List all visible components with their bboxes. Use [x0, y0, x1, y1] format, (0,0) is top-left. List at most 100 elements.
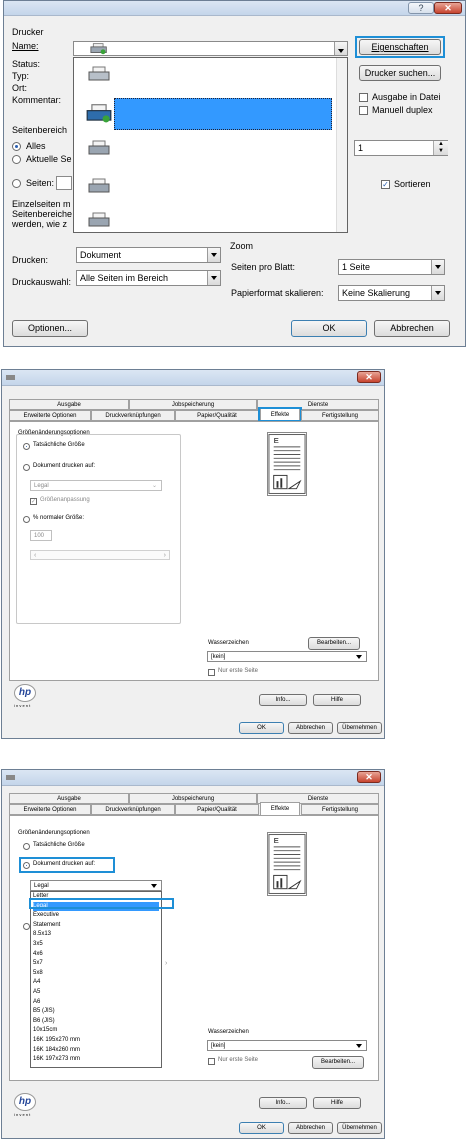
print-dialog: ? ✕ Drucker Name: Status: Typ: Ort: Komm… [3, 0, 466, 347]
ok-button[interactable]: OK [239, 1122, 284, 1134]
tab-fertigstellung[interactable]: Fertigstellung [301, 804, 379, 815]
chevron-down-icon[interactable] [207, 248, 220, 262]
paper-option[interactable]: 3x5 [33, 940, 159, 949]
printer-icon[interactable] [88, 178, 110, 194]
edit-watermark-button[interactable]: Bearbeiten... [312, 1056, 364, 1069]
pages-per-sheet-select[interactable]: 1 Seite [338, 259, 445, 275]
chevron-down-icon[interactable] [431, 260, 444, 274]
ok-button[interactable]: OK [291, 320, 367, 337]
chevron-down-icon[interactable] [334, 42, 347, 55]
copies-spinner[interactable]: ▲ ▼ [433, 141, 448, 155]
ok-button[interactable]: OK [239, 722, 284, 734]
info-button[interactable]: Info... [259, 694, 307, 706]
chevron-down-icon[interactable] [207, 271, 220, 285]
paper-size-select[interactable]: Legal ⌄ [30, 480, 162, 491]
cancel-button[interactable]: Abbrechen [288, 722, 333, 734]
find-printer-button[interactable]: Drucker suchen... [359, 65, 441, 81]
edit-watermark-button[interactable]: Bearbeiten... [308, 637, 360, 650]
printer-icon[interactable] [88, 212, 110, 228]
paper-option[interactable]: Statement [33, 921, 159, 930]
chevron-down-icon[interactable] [431, 286, 444, 300]
range-all-label: Alles [26, 141, 46, 151]
first-page-only-checkbox[interactable] [208, 1058, 215, 1065]
paper-size-dropdown-list[interactable]: Letter Legal Executive Statement 8.5x13 3x5 4x… [30, 891, 162, 1068]
paper-option[interactable]: Executive [33, 911, 159, 920]
tab-erweiterte-optionen[interactable]: Erweiterte Optionen [9, 804, 91, 815]
paper-option[interactable]: 4x6 [33, 950, 159, 959]
percent-radio[interactable] [23, 516, 30, 523]
range-current-radio[interactable] [12, 155, 21, 164]
printer-icon[interactable] [88, 140, 110, 156]
percent-radio[interactable] [23, 923, 30, 930]
watermark-select[interactable]: [kein] [207, 651, 367, 662]
paper-option[interactable]: 16K 184x260 mm [33, 1046, 159, 1055]
paper-option[interactable]: 16K 195x270 mm [33, 1036, 159, 1045]
printer-icon[interactable] [86, 102, 112, 124]
tab-ausgabe[interactable]: Ausgabe [9, 399, 129, 410]
info-button[interactable]: Info... [259, 1097, 307, 1109]
watermark-select[interactable]: [kein] [207, 1040, 367, 1051]
close-button[interactable]: ✕ [357, 771, 381, 783]
tab-ausgabe[interactable]: Ausgabe [9, 793, 129, 804]
print-to-file-checkbox[interactable] [359, 93, 368, 102]
options-button[interactable]: Optionen... [12, 320, 88, 337]
tab-druckverknuepfungen[interactable]: Druckverknüpfungen [91, 410, 175, 421]
paper-option[interactable]: B5 (JIS) [33, 1007, 159, 1016]
help-button[interactable]: ? [408, 2, 434, 14]
tab-jobspeicherung[interactable]: Jobspeicherung [129, 399, 257, 410]
range-pages-radio[interactable] [12, 179, 21, 188]
percent-slider[interactable]: ‹ › [30, 550, 170, 560]
paper-option[interactable]: A6 [33, 998, 159, 1007]
printer-icon[interactable] [88, 66, 110, 82]
paper-option[interactable]: 5x8 [33, 969, 159, 978]
actual-size-radio[interactable] [23, 443, 30, 450]
scale-to-fit-checkbox[interactable]: ✓ [30, 498, 37, 505]
tab-papier-qualitaet[interactable]: Papier/Qualität [175, 410, 259, 421]
list-scrollbar[interactable] [336, 58, 347, 232]
watermark-label: Wasserzeichen [208, 1029, 249, 1035]
manual-duplex-checkbox[interactable] [359, 106, 368, 115]
help-button[interactable]: Hilfe [313, 694, 361, 706]
tab-fertigstellung[interactable]: Fertigstellung [301, 410, 379, 421]
paper-option[interactable]: A5 [33, 988, 159, 997]
print-on-radio[interactable] [23, 464, 30, 471]
close-button[interactable]: ✕ [357, 371, 381, 383]
resize-group-label: Größenänderungsoptionen [18, 830, 90, 836]
tab-papier-qualitaet[interactable]: Papier/Qualität [175, 804, 259, 815]
collate-checkbox[interactable]: ✓ [381, 180, 390, 189]
printer-item-selected[interactable] [114, 98, 332, 130]
tab-effekte[interactable]: Effekte [260, 802, 300, 815]
title-bar [2, 370, 384, 386]
close-button[interactable]: ✕ [434, 2, 462, 14]
paper-option[interactable]: 8.5x13 [33, 930, 159, 939]
scale-select[interactable]: Keine Skalierung [338, 285, 445, 301]
scroll-arrow-icon[interactable]: › [165, 960, 167, 967]
paper-option[interactable]: A4 [33, 978, 159, 987]
tab-erweiterte-optionen[interactable]: Erweiterte Optionen [9, 410, 91, 421]
title-bar [4, 1, 465, 16]
apply-button[interactable]: Übernehmen [337, 1122, 382, 1134]
cancel-button[interactable]: Abbrechen [288, 1122, 333, 1134]
tab-jobspeicherung[interactable]: Jobspeicherung [129, 793, 257, 804]
percent-input[interactable]: 100 [30, 530, 52, 541]
apply-button[interactable]: Übernehmen [337, 722, 382, 734]
range-all-radio[interactable] [12, 142, 21, 151]
print-what-select[interactable]: Dokument [76, 247, 221, 263]
cancel-button[interactable]: Abbrechen [374, 320, 450, 337]
paper-option[interactable]: 16K 197x273 mm [33, 1055, 159, 1064]
print-what-label: Drucken: [12, 255, 49, 265]
tab-druckverknuepfungen[interactable]: Druckverknüpfungen [91, 804, 175, 815]
watermark-label: Wasserzeichen [208, 640, 249, 646]
first-page-only-checkbox[interactable] [208, 669, 215, 676]
paper-size-select[interactable]: Legal [30, 880, 162, 891]
printer-name-select[interactable] [73, 41, 348, 56]
paper-option[interactable]: 10x15cm [33, 1026, 159, 1035]
actual-size-radio[interactable] [23, 843, 30, 850]
paper-option[interactable]: B6 (JIS) [33, 1017, 159, 1026]
range-pages-input[interactable] [56, 176, 72, 190]
paper-option[interactable]: 5x7 [33, 959, 159, 968]
print-selection-select[interactable]: Alle Seiten im Bereich [76, 270, 221, 286]
help-button[interactable]: Hilfe [313, 1097, 361, 1109]
actual-size-label: Tatsächliche Größe [33, 842, 85, 848]
printer-dropdown-list[interactable] [73, 57, 348, 233]
